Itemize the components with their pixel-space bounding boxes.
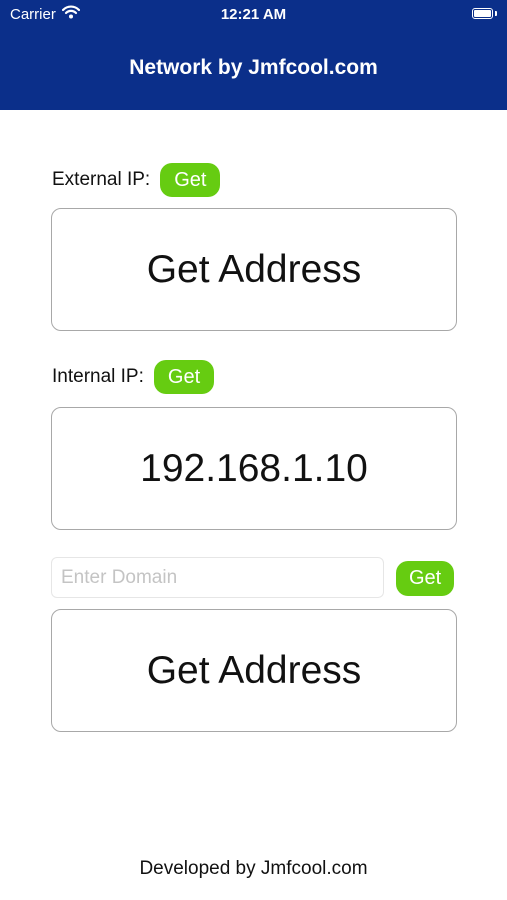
- domain-result: Get Address: [51, 609, 457, 732]
- status-bar: Carrier 12:21 AM: [0, 5, 507, 25]
- get-internal-ip-button[interactable]: Get: [153, 360, 215, 394]
- page-title: Network by Jmfcool.com: [129, 56, 378, 79]
- get-external-ip-button[interactable]: Get: [160, 163, 221, 197]
- external-ip-row: External IP: Get: [52, 163, 221, 197]
- battery-icon: [472, 8, 497, 19]
- internal-ip-result: 192.168.1.10: [51, 407, 457, 530]
- navigation-bar: Carrier 12:21 AM Network by Jmfcool.com: [0, 0, 507, 110]
- get-domain-button[interactable]: Get: [396, 561, 455, 596]
- internal-ip-row: Internal IP: Get: [52, 360, 215, 394]
- domain-input[interactable]: [51, 557, 384, 598]
- internal-ip-label: Internal IP:: [52, 366, 144, 387]
- external-ip-label: External IP:: [52, 169, 151, 190]
- footer-credit: Developed by Jmfcool.com: [139, 858, 368, 879]
- external-ip-result: Get Address: [51, 208, 457, 331]
- status-time: 12:21 AM: [220, 6, 287, 23]
